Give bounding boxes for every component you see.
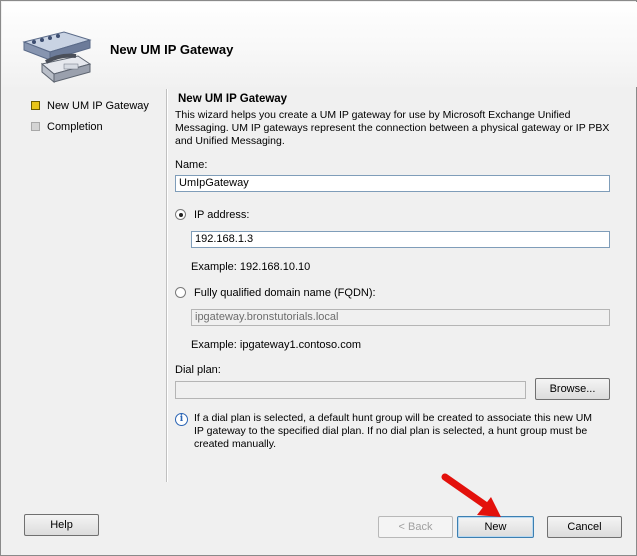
ip-gateway-phone-icon — [22, 31, 92, 84]
help-button[interactable]: Help — [24, 514, 99, 536]
pane-divider — [166, 89, 168, 482]
fqdn-input[interactable]: ipgateway.bronstutorials.local — [191, 309, 610, 326]
info-icon: i — [175, 413, 188, 426]
wizard-title: New UM IP Gateway — [110, 42, 234, 57]
cancel-button[interactable]: Cancel — [547, 516, 622, 538]
name-input[interactable]: UmIpGateway — [175, 175, 610, 192]
fqdn-label: Fully qualified domain name (FQDN): — [194, 287, 376, 299]
fqdn-radio[interactable] — [175, 287, 186, 298]
dial-plan-info-text: If a dial plan is selected, a default hu… — [194, 412, 593, 450]
content-title: New UM IP Gateway — [178, 93, 288, 105]
inactive-step-icon — [31, 122, 40, 131]
step-completion[interactable]: Completion — [31, 116, 149, 137]
ip-address-example: Example: 192.168.10.10 — [191, 261, 311, 273]
ip-address-radio[interactable] — [175, 209, 186, 220]
wizard-header: New UM IP Gateway — [2, 2, 637, 87]
dial-plan-label: Dial plan: — [175, 364, 221, 376]
step-label: Completion — [47, 120, 103, 133]
name-label: Name: — [175, 159, 208, 171]
fqdn-example: Example: ipgateway1.contoso.com — [191, 339, 361, 351]
step-label: New UM IP Gateway — [47, 99, 149, 112]
active-step-icon — [31, 101, 40, 110]
content-header: New UM IP Gateway — [175, 93, 612, 105]
red-arrow-pointer-icon — [441, 473, 501, 517]
browse-button[interactable]: Browse... — [535, 378, 610, 400]
wizard-description: This wizard helps you create a UM IP gat… — [175, 109, 610, 147]
dial-plan-input[interactable] — [175, 381, 526, 399]
ip-address-label: IP address: — [194, 209, 250, 221]
wizard-window: New UM IP Gateway New UM IP Gateway Comp… — [0, 0, 637, 556]
ip-address-input[interactable]: 192.168.1.3 — [191, 231, 610, 248]
wizard-steps: New UM IP Gateway Completion — [31, 95, 149, 137]
step-new-um-ip-gateway[interactable]: New UM IP Gateway — [31, 95, 149, 116]
